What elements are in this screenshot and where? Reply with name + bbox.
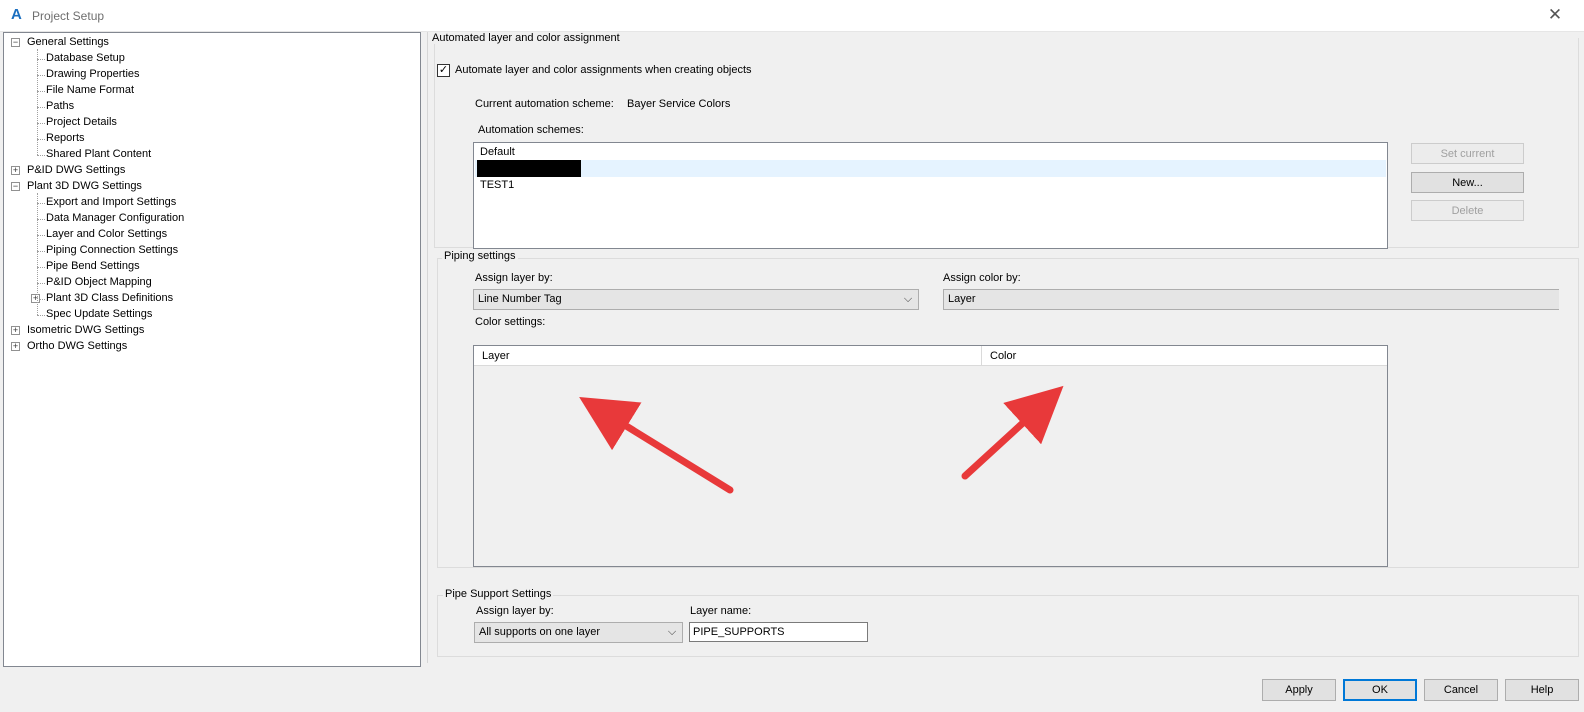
tree-connector xyxy=(37,219,45,220)
tree-connector xyxy=(37,315,45,316)
title-bar: A Project Setup ✕ xyxy=(0,0,1584,32)
tree-item-label: Layer and Color Settings xyxy=(46,228,168,240)
expand-icon[interactable]: + xyxy=(11,326,20,335)
pipe-support-group-title: Pipe Support Settings xyxy=(443,588,554,600)
tree-item-label: Data Manager Configuration xyxy=(46,212,185,224)
tree-item-label: Export and Import Settings xyxy=(46,196,177,208)
layer-name-label: Layer name: xyxy=(690,605,752,617)
piping-assign-layer-label: Assign layer by: xyxy=(475,272,553,284)
automation-group-title: Automated layer and color assignment xyxy=(430,32,622,44)
tree-item-label: Spec Update Settings xyxy=(46,308,153,320)
automate-checkbox-label: Automate layer and color assignments whe… xyxy=(455,64,752,76)
tree-item-label: Shared Plant Content xyxy=(46,148,152,160)
current-scheme-label: Current automation scheme: xyxy=(475,98,614,110)
ok-button[interactable]: OK xyxy=(1343,679,1417,701)
column-header-color[interactable]: Color xyxy=(982,346,1387,366)
piping-group-title: Piping settings xyxy=(442,250,518,262)
layer-name-input[interactable]: PIPE_SUPPORTS xyxy=(689,622,868,642)
apply-button[interactable]: Apply xyxy=(1262,679,1336,701)
tree-connector xyxy=(37,155,45,156)
automate-checkbox[interactable]: ✓ xyxy=(437,64,450,77)
tree-item-label: Drawing Properties xyxy=(46,68,140,80)
automation-schemes-list[interactable]: Default TEST1 xyxy=(473,142,1388,249)
delete-scheme-button[interactable]: Delete xyxy=(1411,200,1524,221)
color-settings-label: Color settings: xyxy=(475,316,546,328)
close-icon[interactable]: ✕ xyxy=(1540,2,1570,28)
expand-icon[interactable]: + xyxy=(11,166,20,175)
tree-item-label: Ortho DWG Settings xyxy=(27,340,128,352)
chevron-down-icon: ⌵ xyxy=(903,293,913,305)
support-assign-layer-value: All supports on one layer xyxy=(479,626,601,638)
collapse-icon[interactable]: − xyxy=(11,182,20,191)
tree-item-label: File Name Format xyxy=(46,84,135,96)
scheme-item-test1[interactable]: TEST1 xyxy=(475,177,1386,194)
tree-item-label: Project Details xyxy=(46,116,117,128)
expand-icon[interactable]: + xyxy=(11,342,20,351)
tree-item-label: Paths xyxy=(46,100,75,112)
window-title: Project Setup xyxy=(32,9,105,23)
set-current-button[interactable]: Set current xyxy=(1411,143,1524,164)
chevron-down-icon: ⌵ xyxy=(667,626,677,638)
grid-header: Layer Color xyxy=(474,346,1387,366)
color-settings-grid[interactable]: Layer Color xyxy=(473,345,1388,567)
tree-guide-line xyxy=(37,193,38,315)
tree-connector xyxy=(37,203,45,204)
scheme-item-default[interactable]: Default xyxy=(475,144,1386,161)
tree-connector xyxy=(37,107,45,108)
tree-item-label: Plant 3D Class Definitions xyxy=(46,292,174,304)
settings-panel: Automated layer and color assignment ✓ A… xyxy=(427,32,1584,663)
piping-assign-layer-value: Line Number Tag xyxy=(478,293,562,305)
support-assign-layer-label: Assign layer by: xyxy=(476,605,554,617)
tree-item-label: P&ID Object Mapping xyxy=(46,276,152,288)
tree-item-label: General Settings xyxy=(27,36,109,48)
piping-assign-color-label: Assign color by: xyxy=(943,272,1021,284)
scheme-item-selected[interactable] xyxy=(475,160,1386,177)
tree-item-label: P&ID DWG Settings xyxy=(27,164,126,176)
tree-item-label: Piping Connection Settings xyxy=(46,244,179,256)
tree-item-label: Plant 3D DWG Settings xyxy=(27,180,142,192)
help-button[interactable]: Help xyxy=(1505,679,1579,701)
tree-connector xyxy=(37,235,45,236)
tree-item-label: Isometric DWG Settings xyxy=(27,324,145,336)
tree-connector xyxy=(37,283,45,284)
tree-item-label: Reports xyxy=(46,132,85,144)
new-scheme-button[interactable]: New... xyxy=(1411,172,1524,193)
current-scheme-value: Bayer Service Colors xyxy=(627,98,731,110)
tree-item-label: Pipe Bend Settings xyxy=(46,260,140,272)
tree-connector xyxy=(37,139,45,140)
column-header-layer[interactable]: Layer xyxy=(474,346,982,366)
expand-icon[interactable]: + xyxy=(31,294,40,303)
tree-connector xyxy=(37,251,45,252)
piping-assign-layer-select[interactable]: Line Number Tag ⌵ xyxy=(473,289,919,310)
settings-tree[interactable]: General Settings − Database Setup Drawing P… xyxy=(3,32,421,667)
tree-connector xyxy=(37,91,45,92)
autocad-app-icon: A xyxy=(11,6,22,23)
support-assign-layer-select[interactable]: All supports on one layer ⌵ xyxy=(474,622,683,643)
tree-connector xyxy=(37,123,45,124)
piping-assign-color-select[interactable]: Layer xyxy=(943,289,1559,310)
automation-schemes-label: Automation schemes: xyxy=(478,124,584,136)
redacted-scheme-name xyxy=(477,160,581,177)
cancel-button[interactable]: Cancel xyxy=(1424,679,1498,701)
tree-connector xyxy=(37,75,45,76)
tree-item-label: Database Setup xyxy=(46,52,125,64)
piping-assign-color-value: Layer xyxy=(948,293,976,305)
tree-connector xyxy=(37,267,45,268)
tree-guide-line xyxy=(37,49,38,155)
tree-connector xyxy=(37,59,45,60)
collapse-icon[interactable]: − xyxy=(11,38,20,47)
